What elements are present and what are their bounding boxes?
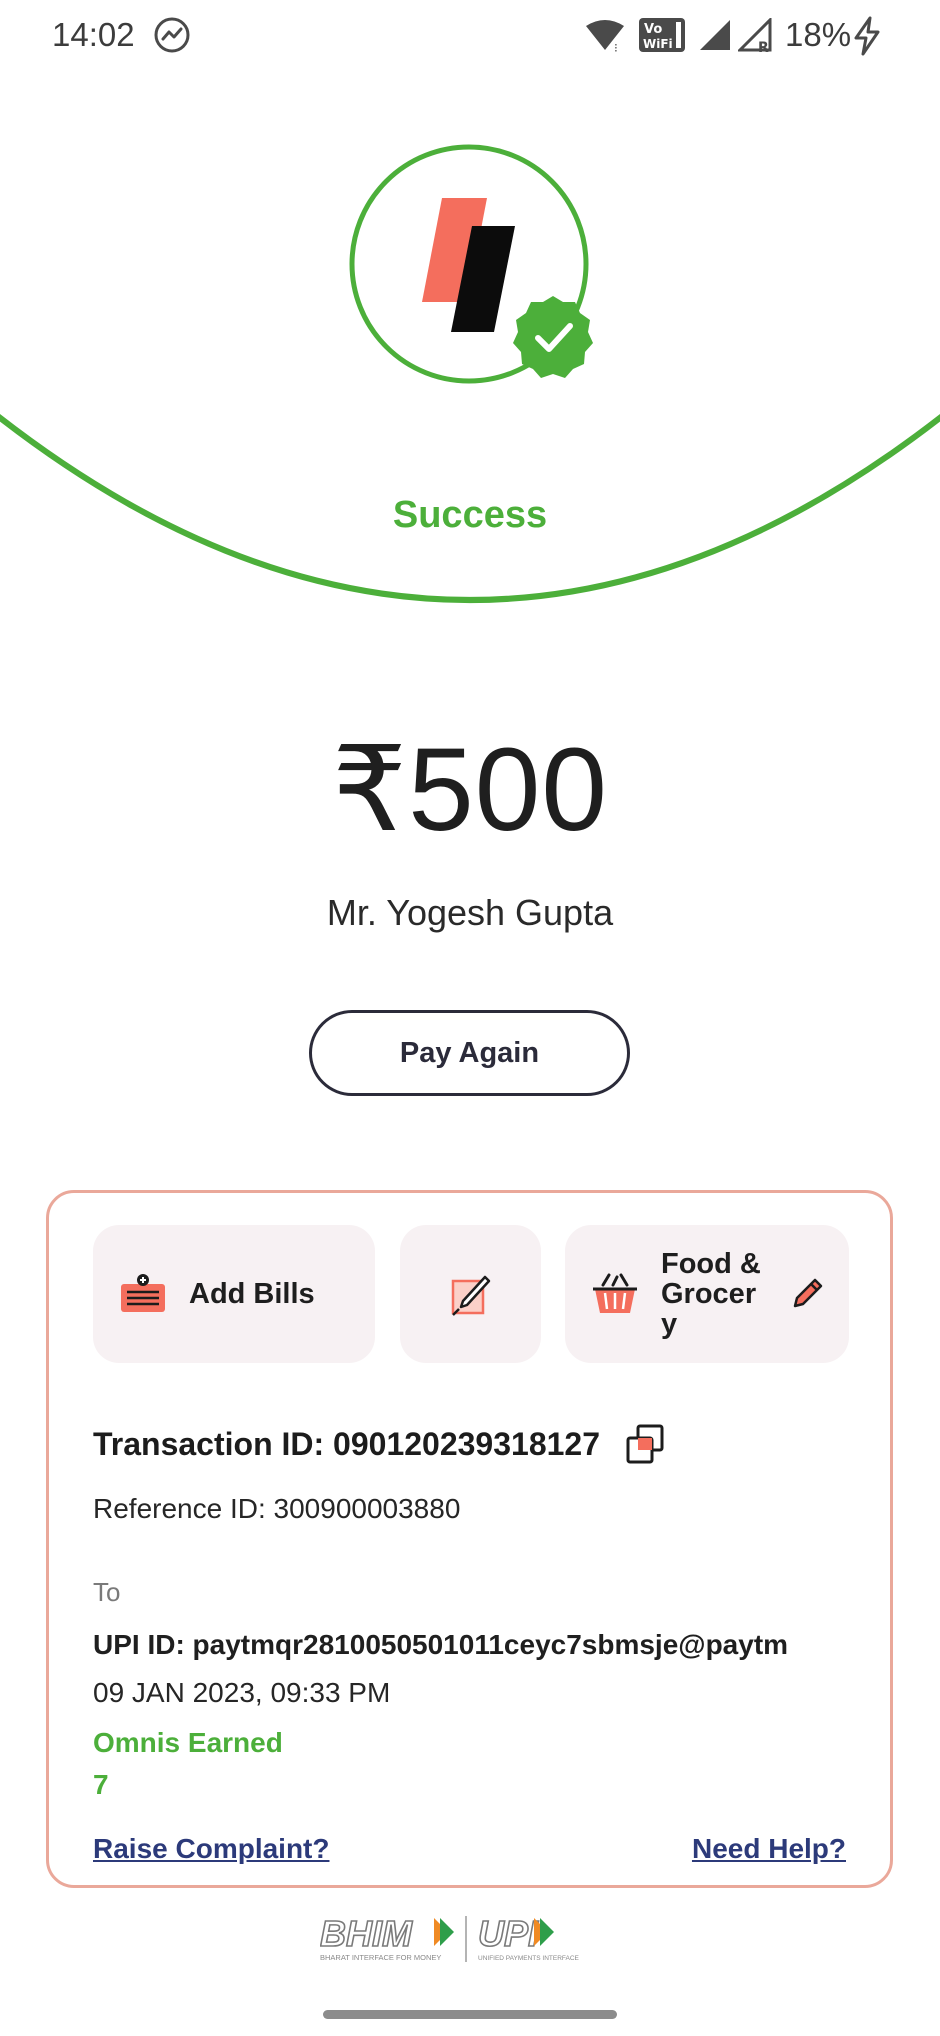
basket-icon bbox=[593, 1273, 637, 1313]
omnis-earned-label: Omnis Earned bbox=[93, 1727, 283, 1758]
transaction-id: Transaction ID: 090120239318127 bbox=[93, 1425, 600, 1462]
pencil-icon[interactable] bbox=[789, 1276, 825, 1312]
bhim-text: BHIM bbox=[320, 1913, 413, 1954]
pay-again-button[interactable]: Pay Again bbox=[309, 1010, 630, 1096]
note-edit-icon bbox=[451, 1275, 490, 1316]
transaction-details-card: Add Bills Food & Grocer y Transaction ID… bbox=[46, 1190, 893, 1888]
reference-id: Reference ID: 300900003880 bbox=[93, 1493, 461, 1524]
payment-amount: ₹500 bbox=[332, 724, 608, 856]
bhim-upi-logo-icon: BHIM UPI BHARAT INTERFACE FOR MONEY UNIF… bbox=[320, 1912, 580, 1962]
home-indicator[interactable] bbox=[323, 2010, 617, 2019]
transaction-id-row: Transaction ID: 090120239318127 bbox=[93, 1423, 666, 1465]
success-status: Success bbox=[392, 494, 548, 536]
upi-tagline: UNIFIED PAYMENTS INTERFACE bbox=[478, 1955, 580, 1962]
category-label: Food & Grocer y bbox=[661, 1248, 761, 1340]
upi-text: UPI bbox=[478, 1913, 539, 1954]
payee-name: Mr. Yogesh Gupta bbox=[326, 892, 614, 933]
upi-id: UPI ID: paytmqr2810050501011ceyc7sbmsje@… bbox=[93, 1629, 789, 1660]
copy-icon[interactable] bbox=[624, 1423, 666, 1465]
need-help-link[interactable]: Need Help? bbox=[692, 1833, 846, 1865]
add-bills-chip[interactable]: Add Bills bbox=[93, 1225, 375, 1363]
payment-success-screen: 14:02 ⁝ Vo WiFi R 18% Success ₹500 Mr. Y… bbox=[0, 0, 940, 2036]
add-note-chip[interactable] bbox=[400, 1225, 541, 1363]
raise-complaint-link[interactable]: Raise Complaint? bbox=[93, 1833, 329, 1865]
transaction-datetime: 09 JAN 2023, 09:33 PM bbox=[93, 1677, 391, 1708]
success-hero bbox=[0, 144, 940, 603]
category-chip[interactable]: Food & Grocer y bbox=[565, 1225, 849, 1363]
bill-icon bbox=[121, 1274, 165, 1312]
omnis-earned-value: 7 bbox=[93, 1769, 109, 1800]
add-bills-label: Add Bills bbox=[189, 1278, 315, 1310]
to-label: To bbox=[93, 1577, 121, 1607]
bhim-tagline: BHARAT INTERFACE FOR MONEY bbox=[320, 1953, 441, 1962]
